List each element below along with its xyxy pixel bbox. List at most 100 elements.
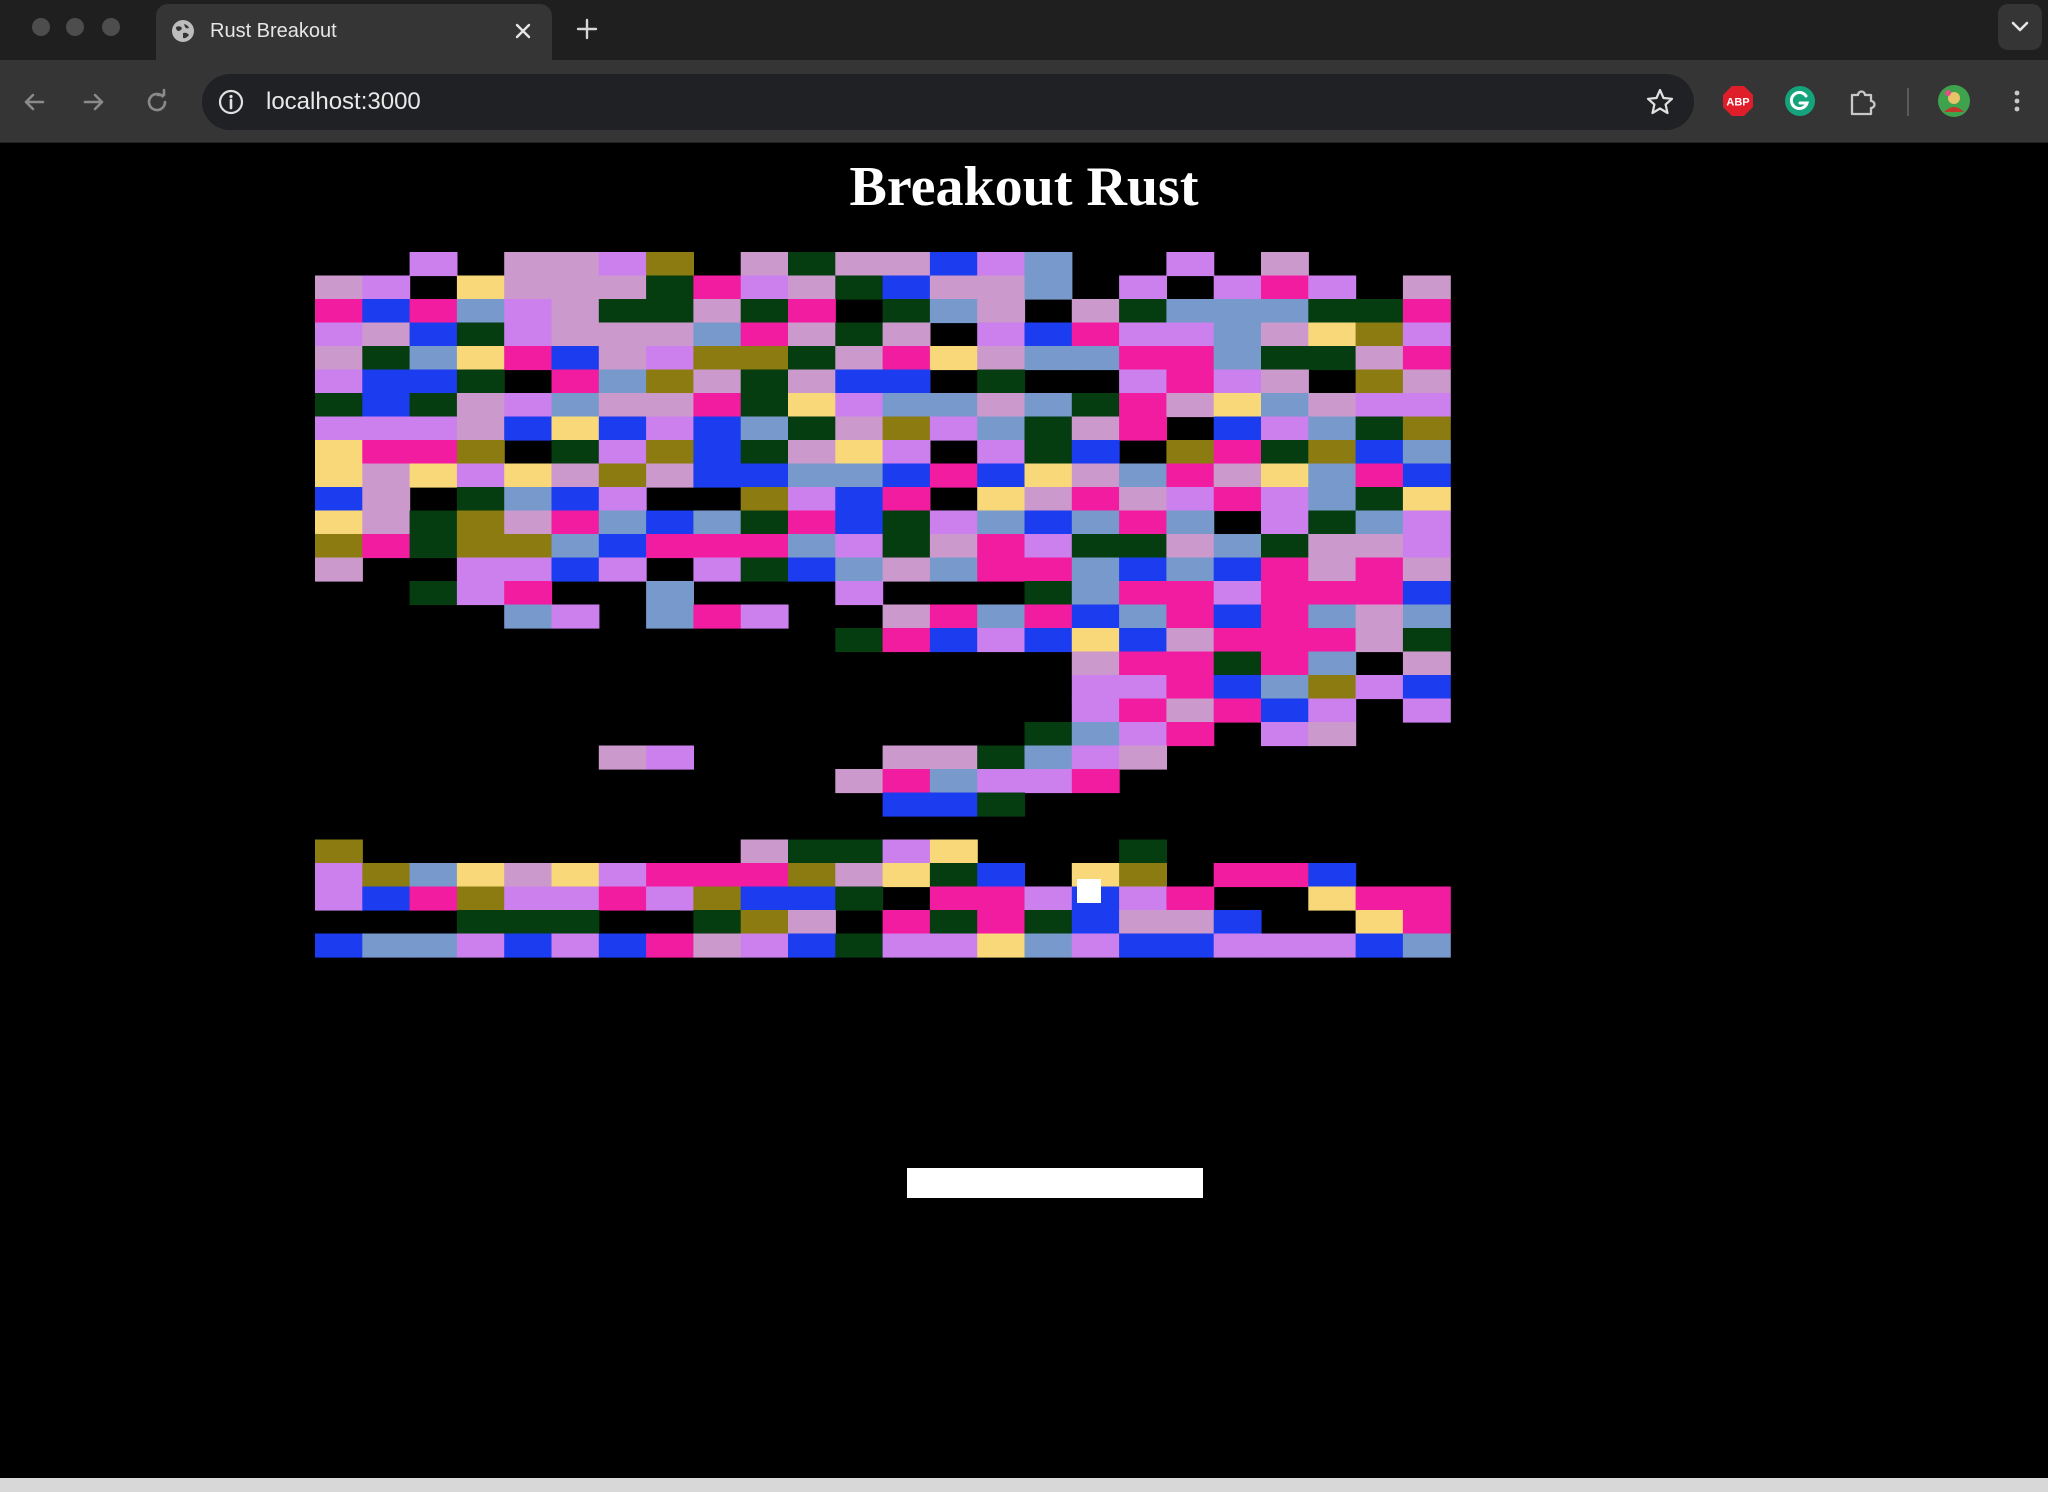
brick (1308, 581, 1357, 606)
brick (788, 863, 836, 888)
brick (1166, 534, 1215, 559)
game-canvas[interactable] (0, 143, 2048, 1478)
grammarly-icon[interactable] (1783, 84, 1817, 118)
brick (646, 463, 694, 488)
brick (1024, 722, 1073, 747)
brick (1166, 651, 1215, 676)
brick (1071, 416, 1120, 441)
brick (1308, 440, 1357, 465)
browser-toolbar: localhost:3000 ABP (0, 60, 2048, 143)
brick (929, 534, 978, 559)
brick (1308, 393, 1357, 418)
brick (835, 369, 884, 394)
brick (551, 886, 600, 911)
window-minimize-light[interactable] (66, 18, 84, 36)
paddle[interactable] (907, 1168, 1203, 1198)
brick (456, 440, 505, 465)
window-close-light[interactable] (32, 18, 50, 36)
star-icon[interactable] (1644, 86, 1676, 118)
brick (598, 534, 647, 559)
brick (1119, 886, 1167, 911)
brick (1355, 886, 1404, 911)
brick (551, 510, 600, 535)
brick (929, 910, 978, 935)
brick (693, 910, 742, 935)
brick (1213, 604, 1262, 629)
brick (315, 534, 363, 559)
brick (1166, 463, 1215, 488)
adblock-plus-icon[interactable]: ABP (1721, 84, 1755, 118)
brick (409, 933, 458, 958)
brick (1402, 463, 1451, 488)
puzzle-extensions-icon[interactable] (1846, 84, 1880, 118)
brick (1355, 628, 1404, 653)
kebab-menu-icon[interactable] (2000, 84, 2034, 118)
brick (1119, 510, 1167, 535)
brick (882, 604, 931, 629)
brick (1213, 628, 1262, 653)
brick (646, 534, 694, 559)
brick (646, 416, 694, 441)
brick (1166, 604, 1215, 629)
profile-avatar[interactable] (1937, 84, 1971, 118)
brick (504, 416, 553, 441)
brick (598, 463, 647, 488)
brick (1402, 369, 1451, 394)
brick (693, 557, 742, 582)
forward-arrow-icon[interactable] (78, 86, 110, 118)
brick (362, 393, 411, 418)
brick (740, 252, 789, 277)
brick (740, 510, 789, 535)
brick (1355, 933, 1404, 958)
brick (882, 933, 931, 958)
brick (1071, 628, 1120, 653)
brick (409, 299, 458, 324)
brick (551, 346, 600, 371)
svg-text:ABP: ABP (1726, 97, 1749, 109)
brick (1213, 299, 1262, 324)
brick (1024, 487, 1073, 512)
url-text[interactable]: localhost:3000 (266, 74, 421, 130)
brick (693, 534, 742, 559)
brick (1261, 346, 1309, 371)
brick (1355, 557, 1404, 582)
brick (1402, 604, 1451, 629)
brick (1166, 299, 1215, 324)
brick (315, 933, 363, 958)
brick (835, 252, 884, 277)
close-icon[interactable] (510, 18, 536, 44)
brick (1119, 322, 1167, 347)
reload-icon[interactable] (141, 86, 173, 118)
brick (740, 933, 789, 958)
brick (1071, 604, 1120, 629)
brick (1213, 698, 1262, 723)
brick (835, 393, 884, 418)
brick (1355, 440, 1404, 465)
brick (1119, 275, 1167, 300)
brick (1071, 299, 1120, 324)
brick (1166, 722, 1215, 747)
active-tab[interactable]: Rust Breakout (156, 4, 552, 60)
brick (1166, 675, 1215, 700)
plus-icon[interactable] (572, 14, 602, 44)
brick (646, 252, 694, 277)
back-arrow-icon[interactable] (18, 86, 50, 118)
brick (1024, 510, 1073, 535)
brick (1261, 604, 1309, 629)
info-icon[interactable] (216, 87, 246, 117)
brick (504, 604, 553, 629)
brick (315, 863, 363, 888)
brick (882, 839, 931, 864)
brick (693, 604, 742, 629)
brick (551, 557, 600, 582)
brick (598, 322, 647, 347)
window-zoom-light[interactable] (102, 18, 120, 36)
tab-title: Rust Breakout (210, 20, 337, 42)
brick (788, 933, 836, 958)
brick (1308, 604, 1357, 629)
tab-search-button[interactable] (1998, 4, 2042, 50)
address-bar[interactable]: localhost:3000 (202, 74, 1694, 130)
brick (598, 369, 647, 394)
brick (646, 369, 694, 394)
brick (1402, 910, 1451, 935)
